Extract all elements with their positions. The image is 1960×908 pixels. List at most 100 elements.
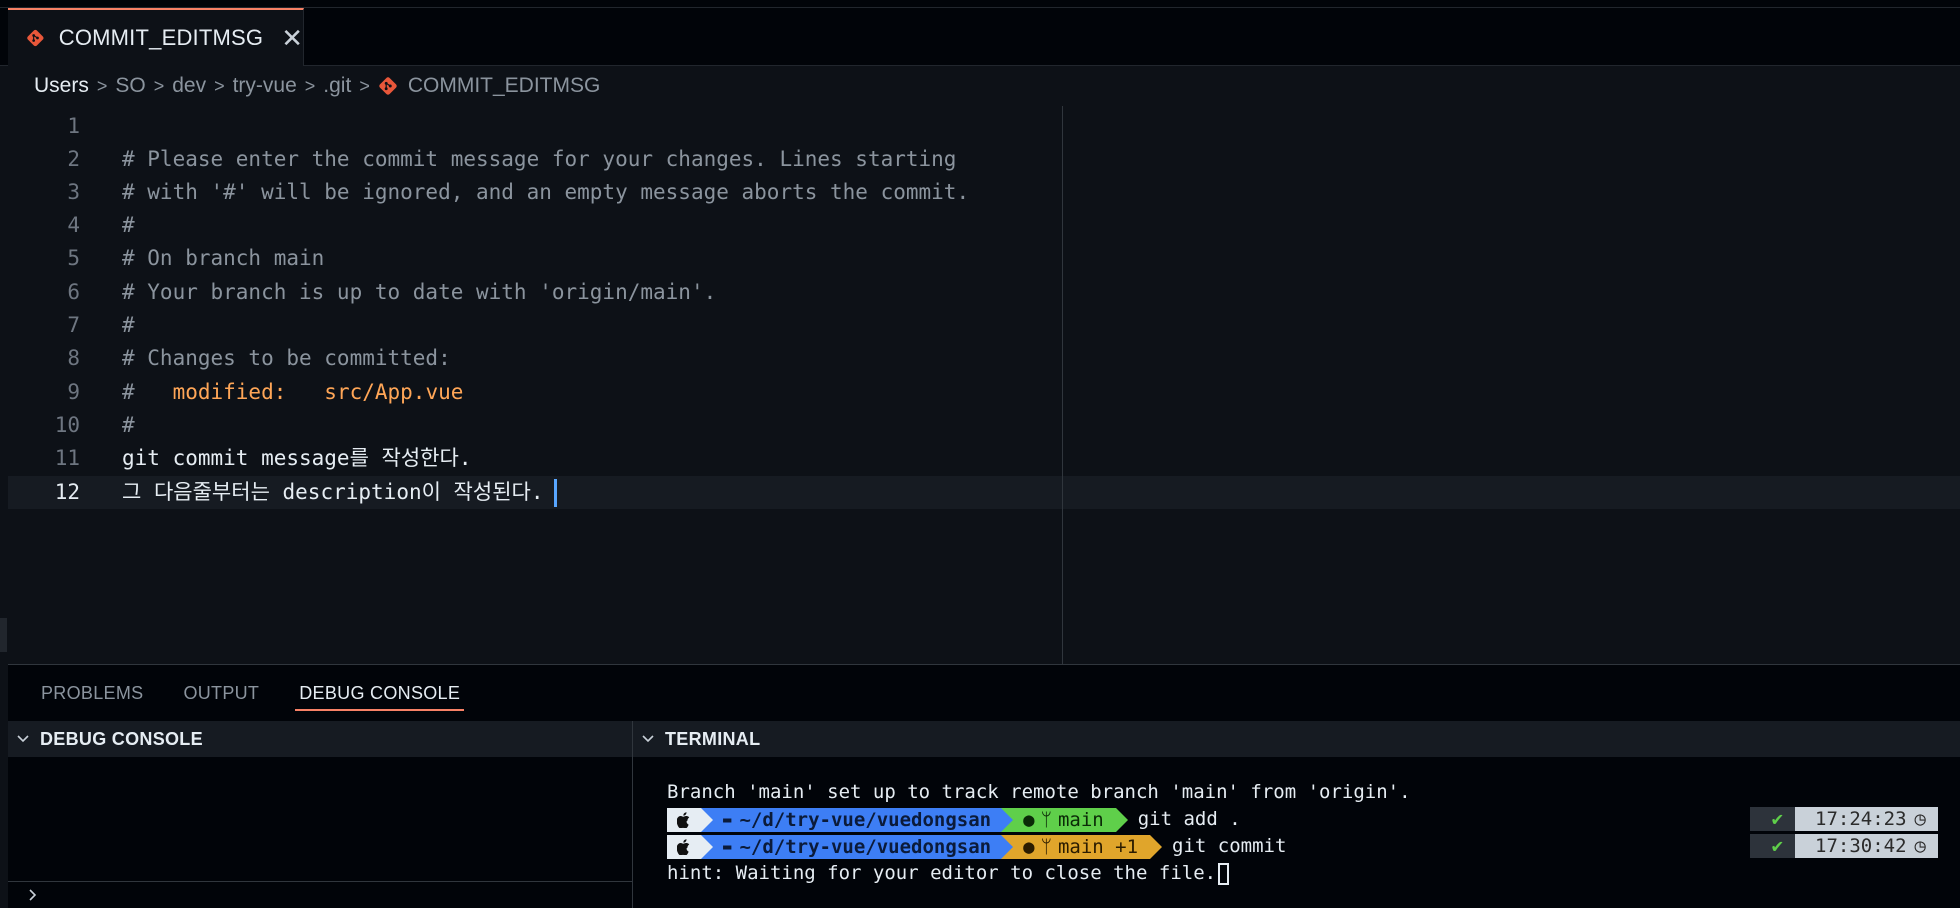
debug-console-title: DEBUG CONSOLE xyxy=(40,728,203,749)
editor-line[interactable]: 2 # Please enter the commit message for … xyxy=(8,143,1960,176)
prompt-time-text: 17:24:23 xyxy=(1815,808,1907,830)
close-icon[interactable]: ✕ xyxy=(281,25,303,51)
line-text: # xyxy=(122,313,135,337)
chevron-right-icon: > xyxy=(359,75,370,96)
terminal-title: TERMINAL xyxy=(665,728,761,749)
debug-console-output xyxy=(8,757,632,908)
line-number: 2 xyxy=(67,147,80,171)
terminal-output[interactable]: Branch 'main' set up to track remote bra… xyxy=(632,757,1960,908)
line-number: 6 xyxy=(67,280,80,304)
tab-label: COMMIT_EDITMSG xyxy=(58,25,264,50)
line-text: git commit message를 작성한다. xyxy=(122,446,472,470)
line-number: 11 xyxy=(54,446,80,470)
prompt-branch-text: main xyxy=(1057,808,1104,831)
prompt-time: 17:30:42 ◷ xyxy=(1795,834,1938,858)
breadcrumb-file-label: COMMIT_EDITMSG xyxy=(407,74,601,97)
editor-line[interactable]: 11 git commit message를 작성한다. xyxy=(8,442,1960,475)
chevron-right-icon: > xyxy=(96,75,108,96)
clock-icon: ◷ xyxy=(1914,808,1926,830)
debug-console-header[interactable]: DEBUG CONSOLE xyxy=(8,721,632,757)
panel-tab-bar: PROBLEMS OUTPUT DEBUG CONSOLE xyxy=(8,665,1960,721)
code-editor[interactable]: 1 2 # Please enter the commit message fo… xyxy=(8,106,1960,664)
line-number: 9 xyxy=(67,380,80,404)
prompt-dir-text: ~/d/try-vue/vuedongsan xyxy=(739,835,992,858)
editor-line[interactable]: 7 # xyxy=(8,309,1960,342)
prompt-branch-text: main +1 xyxy=(1057,835,1139,858)
editor-line[interactable]: 6 # Your branch is up to date with 'orig… xyxy=(8,276,1960,309)
line-text: # xyxy=(122,213,135,237)
prompt-dir-text: ~/d/try-vue/vuedongsan xyxy=(739,808,992,831)
line-text: # xyxy=(122,413,135,437)
chevron-right-icon xyxy=(29,889,37,901)
editor-line[interactable]: 3 # with '#' will be ignored, and an emp… xyxy=(8,176,1960,209)
breadcrumb-item-users[interactable]: Users xyxy=(34,74,89,98)
line-number: 5 xyxy=(67,246,80,270)
line-content: 그 다음줄부터는 description이 작성된다. xyxy=(122,480,544,504)
breadcrumb-item-dev[interactable]: dev xyxy=(172,74,206,98)
editor-line[interactable]: 4 # xyxy=(8,209,1960,242)
terminal-command: git add . xyxy=(1137,808,1241,830)
breadcrumb-item-file[interactable]: COMMIT_EDITMSG xyxy=(378,74,601,98)
line-number: 12 xyxy=(54,480,80,504)
line-text: # Please enter the commit message for yo… xyxy=(122,147,957,171)
editor-line[interactable]: 8 # Changes to be committed: xyxy=(8,342,1960,375)
window-top-strip xyxy=(0,0,1960,8)
line-text: # modified: src/App.vue xyxy=(122,376,463,409)
terminal-command: git commit xyxy=(1172,835,1287,857)
terminal-text: Branch 'main' set up to track remote bra… xyxy=(667,781,1411,803)
chevron-right-icon: > xyxy=(153,75,165,96)
branch-icon: ᛘ xyxy=(1040,835,1052,858)
prompt-git-branch: ● ᛘ main xyxy=(1001,807,1128,832)
editor-tab-bar: COMMIT_EDITMSG ✕ xyxy=(0,8,1960,66)
tab-problems[interactable]: PROBLEMS xyxy=(41,665,143,721)
terminal-right-prompt: ✔ 17:24:23 ◷ xyxy=(1749,807,1938,831)
github-icon: ● xyxy=(1023,808,1035,831)
clock-icon: ◷ xyxy=(1914,835,1926,857)
terminal-hint-text: hint: Waiting for your editor to close t… xyxy=(667,862,1217,884)
prompt-git-branch: ● ᛘ main +1 xyxy=(1001,834,1163,859)
line-number: 10 xyxy=(54,413,80,437)
apple-icon xyxy=(667,807,713,832)
status-ok-icon: ✔ xyxy=(1749,807,1796,831)
branch-icon: ᛘ xyxy=(1040,808,1052,831)
debug-console-input[interactable] xyxy=(8,881,632,908)
line-text: # On branch main xyxy=(122,246,325,270)
tab-output[interactable]: OUTPUT xyxy=(183,665,259,721)
git-file-icon xyxy=(27,29,44,47)
chevron-down-icon xyxy=(17,735,29,743)
terminal-prompt-line: ▬ ~/d/try-vue/vuedongsan ● ᛘ main +1 git co… xyxy=(667,833,1286,860)
comment-prefix: # xyxy=(122,380,173,404)
terminal-line: hint: Waiting for your editor to close t… xyxy=(667,860,1230,887)
prompt-time-text: 17:30:42 xyxy=(1815,835,1907,857)
modified-file-entry: modified: src/App.vue xyxy=(172,380,464,404)
prompt-directory: ▬ ~/d/try-vue/vuedongsan xyxy=(701,834,1014,859)
breadcrumb: Users > SO > dev > try-vue > .git > COMM… xyxy=(0,66,1960,106)
line-number: 7 xyxy=(67,313,80,337)
terminal-header[interactable]: TERMINAL xyxy=(632,721,1960,757)
line-number: 4 xyxy=(67,213,80,237)
chevron-down-icon xyxy=(642,735,654,743)
git-file-icon xyxy=(379,77,397,95)
line-text: # Your branch is up to date with 'origin… xyxy=(122,280,717,304)
editor-line[interactable]: 5 # On branch main xyxy=(8,242,1960,275)
line-text: # with '#' will be ignored, and an empty… xyxy=(122,180,970,204)
breadcrumb-item-try-vue[interactable]: try-vue xyxy=(233,74,297,98)
terminal-right-prompt: ✔ 17:30:42 ◷ xyxy=(1749,834,1938,858)
apple-icon xyxy=(667,834,713,859)
tab-debug-console[interactable]: DEBUG CONSOLE xyxy=(295,665,465,721)
breadcrumb-item-so[interactable]: SO xyxy=(115,74,145,98)
status-ok-icon: ✔ xyxy=(1749,834,1796,858)
editor-line[interactable]: 1 xyxy=(8,110,1960,143)
terminal-line: Branch 'main' set up to track remote bra… xyxy=(667,779,1411,806)
editor-line-current[interactable]: 12 그 다음줄부터는 description이 작성된다. xyxy=(8,476,1960,509)
editor-line[interactable]: 9 # modified: src/App.vue xyxy=(8,376,1960,409)
chevron-right-icon: > xyxy=(214,75,225,96)
text-cursor xyxy=(553,479,557,507)
tab-commit-editmsg[interactable]: COMMIT_EDITMSG ✕ xyxy=(8,8,304,66)
activity-bar-edge xyxy=(0,618,7,652)
chevron-right-icon: > xyxy=(304,75,316,96)
terminal-cursor xyxy=(1218,862,1230,885)
breadcrumb-item-git[interactable]: .git xyxy=(323,74,351,98)
editor-line[interactable]: 10 # xyxy=(8,409,1960,442)
terminal-prompt-line: ▬ ~/d/try-vue/vuedongsan ● ᛘ main git add . xyxy=(667,806,1241,833)
